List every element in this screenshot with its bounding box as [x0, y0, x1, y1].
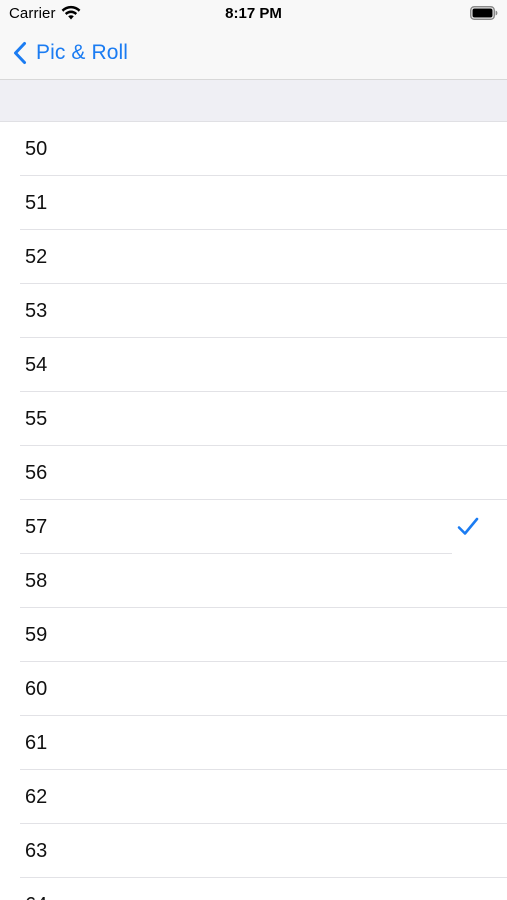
- list-item-label: 58: [25, 570, 48, 592]
- list-item-label: 61: [25, 732, 48, 754]
- list-item-label: 52: [25, 246, 48, 268]
- navigation-bar: Pic & Roll: [0, 28, 507, 80]
- list-item-selected[interactable]: 57: [0, 500, 507, 554]
- status-time: 8:17 PM: [225, 5, 282, 22]
- list-item[interactable]: 52: [0, 230, 507, 284]
- back-button[interactable]: Pic & Roll: [12, 38, 128, 68]
- list-item[interactable]: 61: [0, 716, 507, 770]
- back-button-label: Pic & Roll: [36, 41, 129, 64]
- list-item[interactable]: 55: [0, 392, 507, 446]
- list-item-label: 60: [25, 678, 48, 700]
- number-list: 50 51 52 53 54 55 56 57 58 59 60 61 62 6…: [0, 122, 507, 900]
- status-bar: Carrier 8:17 PM: [0, 0, 507, 28]
- list-item-label: 57: [25, 516, 48, 538]
- list-item-label: 63: [25, 840, 48, 862]
- list-item[interactable]: 53: [0, 284, 507, 338]
- list-item[interactable]: 58: [0, 554, 507, 608]
- list-item-label: 51: [25, 192, 48, 214]
- list-item-label: 59: [25, 624, 48, 646]
- chevron-left-icon: [14, 42, 26, 64]
- list-item[interactable]: 51: [0, 176, 507, 230]
- list-item[interactable]: 59: [0, 608, 507, 662]
- section-header: [0, 80, 507, 122]
- list-item[interactable]: 54: [0, 338, 507, 392]
- list-item[interactable]: 50: [0, 122, 507, 176]
- battery-icon: [470, 6, 498, 20]
- list-item[interactable]: 56: [0, 446, 507, 500]
- list-item[interactable]: 62: [0, 770, 507, 824]
- list-item[interactable]: 63: [0, 824, 507, 878]
- list-item-label: 54: [25, 354, 48, 376]
- list-item[interactable]: 60: [0, 662, 507, 716]
- list-item-label: 64: [25, 878, 47, 900]
- list-item[interactable]: 64: [0, 878, 507, 900]
- list-item-label: 62: [25, 786, 48, 808]
- checkmark-icon: [457, 517, 479, 535]
- list-item-label: 53: [25, 300, 48, 322]
- list-item-label: 50: [25, 138, 48, 160]
- list-item-label: 56: [25, 462, 48, 484]
- screen: Carrier 8:17 PM Pic & Roll 50 51 52 53 5…: [0, 0, 507, 900]
- list-item-label: 55: [25, 408, 48, 430]
